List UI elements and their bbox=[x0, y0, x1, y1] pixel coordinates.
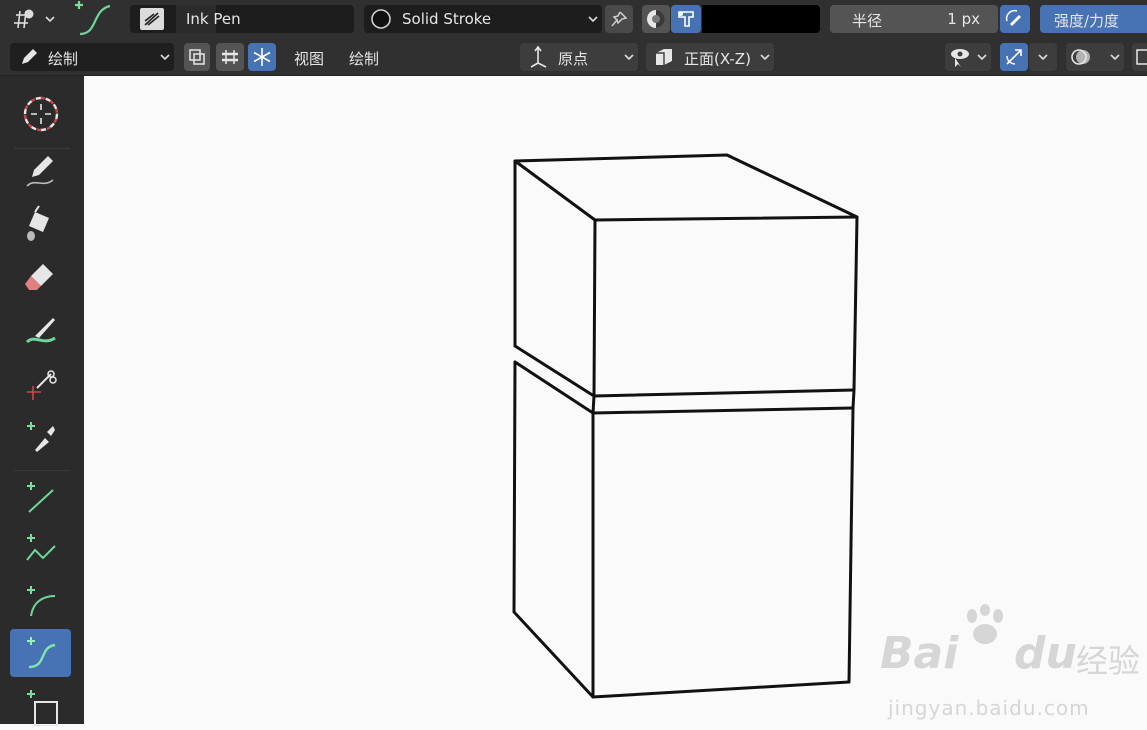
radius-value: 1 px bbox=[947, 10, 980, 28]
tool-box[interactable] bbox=[10, 682, 71, 730]
cursor-icon bbox=[23, 96, 58, 132]
tool-erase[interactable] bbox=[10, 254, 71, 302]
strength-label: 强度/力度 bbox=[1054, 12, 1120, 30]
chevron-down-icon bbox=[624, 54, 634, 61]
tool-tint[interactable] bbox=[10, 308, 71, 356]
mode-selector[interactable]: 绘制 bbox=[10, 43, 174, 71]
material-name: Solid Stroke bbox=[402, 10, 492, 28]
cutter-scissors-icon bbox=[26, 370, 57, 400]
mode-label: 绘制 bbox=[48, 50, 79, 68]
tool-curve[interactable] bbox=[10, 629, 71, 677]
color-swatch[interactable] bbox=[702, 5, 820, 33]
chevron-down-icon bbox=[977, 54, 987, 61]
draw-pencil-icon bbox=[25, 156, 53, 187]
box-seam-right bbox=[851, 388, 856, 410]
radius-label: 半径 bbox=[852, 12, 883, 30]
viewport-header: 绘制 视图 绘制 原点 正面(X-Z) bbox=[0, 38, 1147, 76]
brush-name: Ink Pen bbox=[186, 10, 241, 28]
snap-grid-icon bbox=[14, 9, 55, 29]
gizmo-icon bbox=[1006, 49, 1022, 65]
gizmo-dropdown[interactable] bbox=[1029, 43, 1057, 71]
strength-field[interactable]: 强度/力度 bbox=[1040, 5, 1147, 33]
watermark-brand-du: du bbox=[1014, 628, 1077, 679]
tool-shelf bbox=[0, 76, 84, 726]
box-right-edge-upper bbox=[852, 215, 859, 392]
box-icon bbox=[26, 690, 58, 726]
snowflake-icon bbox=[253, 48, 271, 66]
line-icon bbox=[26, 482, 54, 513]
tint-brush-icon bbox=[25, 318, 56, 344]
vertex-color-toggle[interactable] bbox=[671, 5, 701, 33]
box-seam-lower bbox=[513, 360, 855, 415]
visibility-button[interactable] bbox=[945, 43, 991, 71]
eye-pointer-icon bbox=[951, 49, 969, 67]
multiframe-button[interactable] bbox=[184, 43, 210, 71]
pin-button[interactable] bbox=[605, 5, 633, 33]
drawing-canvas[interactable]: Bai du 经验 jingyan.baidu.com bbox=[84, 76, 1147, 724]
xray-toggle[interactable] bbox=[1132, 43, 1147, 71]
tool-arc[interactable] bbox=[10, 578, 71, 626]
tool-draw[interactable] bbox=[10, 148, 71, 196]
chevron-down-icon bbox=[1038, 54, 1048, 61]
multiframe-icon bbox=[189, 49, 205, 65]
paw-logo-icon bbox=[967, 604, 1003, 644]
autolock-button[interactable] bbox=[248, 43, 276, 71]
stroke-placement-selector[interactable]: 原点 bbox=[520, 43, 638, 71]
pressure-pen-icon bbox=[1005, 9, 1021, 26]
tool-line[interactable] bbox=[10, 474, 71, 522]
color-mode-icon bbox=[647, 10, 665, 28]
tool-polyline[interactable] bbox=[10, 526, 71, 574]
origin-axis-icon bbox=[530, 45, 547, 68]
tool-cutter[interactable] bbox=[10, 362, 71, 410]
chevron-down-icon bbox=[1110, 54, 1120, 61]
stroke-edit-button[interactable] bbox=[216, 43, 244, 71]
watermark-brand-cn: 经验 bbox=[1076, 642, 1141, 680]
chevron-down-icon bbox=[160, 54, 170, 61]
drawing-plane-selector[interactable]: 正面(X-Z) bbox=[646, 43, 774, 71]
polyline-icon bbox=[25, 534, 56, 561]
pencil-icon bbox=[22, 49, 37, 64]
xray-icon bbox=[1136, 49, 1147, 65]
box-seam-upper bbox=[513, 344, 856, 398]
fill-bucket-icon bbox=[26, 205, 49, 241]
plane-label: 正面(X-Z) bbox=[684, 50, 751, 68]
origin-label: 原点 bbox=[558, 50, 589, 68]
material-selector[interactable]: Solid Stroke bbox=[364, 5, 602, 33]
tool-header: Ink Pen Solid Stroke 半径 1 px 强度/力度 bbox=[0, 0, 1147, 38]
tool-eyedropper[interactable] bbox=[10, 414, 71, 462]
overlay-toggle[interactable] bbox=[1066, 43, 1124, 71]
chevron-down-icon bbox=[588, 16, 598, 23]
stroke-edit-icon bbox=[222, 50, 238, 64]
brush-selector[interactable]: Ink Pen bbox=[130, 5, 354, 33]
pressure-radius-toggle[interactable] bbox=[1000, 5, 1030, 33]
snap-menu[interactable] bbox=[8, 5, 58, 33]
radius-field[interactable]: 半径 1 px bbox=[830, 5, 998, 33]
vertex-paint-icon bbox=[678, 11, 694, 27]
material-sphere-icon bbox=[371, 9, 391, 29]
tool-cursor[interactable] bbox=[10, 90, 71, 138]
arc-icon bbox=[26, 586, 55, 617]
eraser-icon bbox=[24, 264, 53, 290]
box-top-face bbox=[513, 153, 859, 222]
gizmo-toggle[interactable] bbox=[1000, 43, 1028, 71]
curve-icon bbox=[26, 637, 55, 669]
baidu-watermark: Bai du 经验 jingyan.baidu.com bbox=[880, 602, 1147, 724]
pin-icon bbox=[611, 11, 628, 27]
eyedropper-icon bbox=[26, 422, 55, 452]
color-mode-toggle[interactable] bbox=[642, 5, 670, 33]
chevron-down-icon bbox=[760, 54, 770, 61]
watermark-url: jingyan.baidu.com bbox=[888, 696, 1090, 720]
menu-view[interactable]: 视图 bbox=[294, 48, 324, 69]
watermark-brand-latin: Bai bbox=[880, 628, 959, 679]
active-tool-curve-icon[interactable] bbox=[68, 0, 114, 38]
box-front-edge bbox=[592, 218, 597, 398]
ink-pen-brush-icon bbox=[144, 12, 160, 26]
tool-fill[interactable] bbox=[10, 200, 71, 248]
overlay-icon bbox=[1071, 49, 1090, 65]
box-seam-front bbox=[591, 394, 596, 415]
front-plane-icon bbox=[656, 49, 672, 65]
menu-draw[interactable]: 绘制 bbox=[349, 48, 379, 69]
